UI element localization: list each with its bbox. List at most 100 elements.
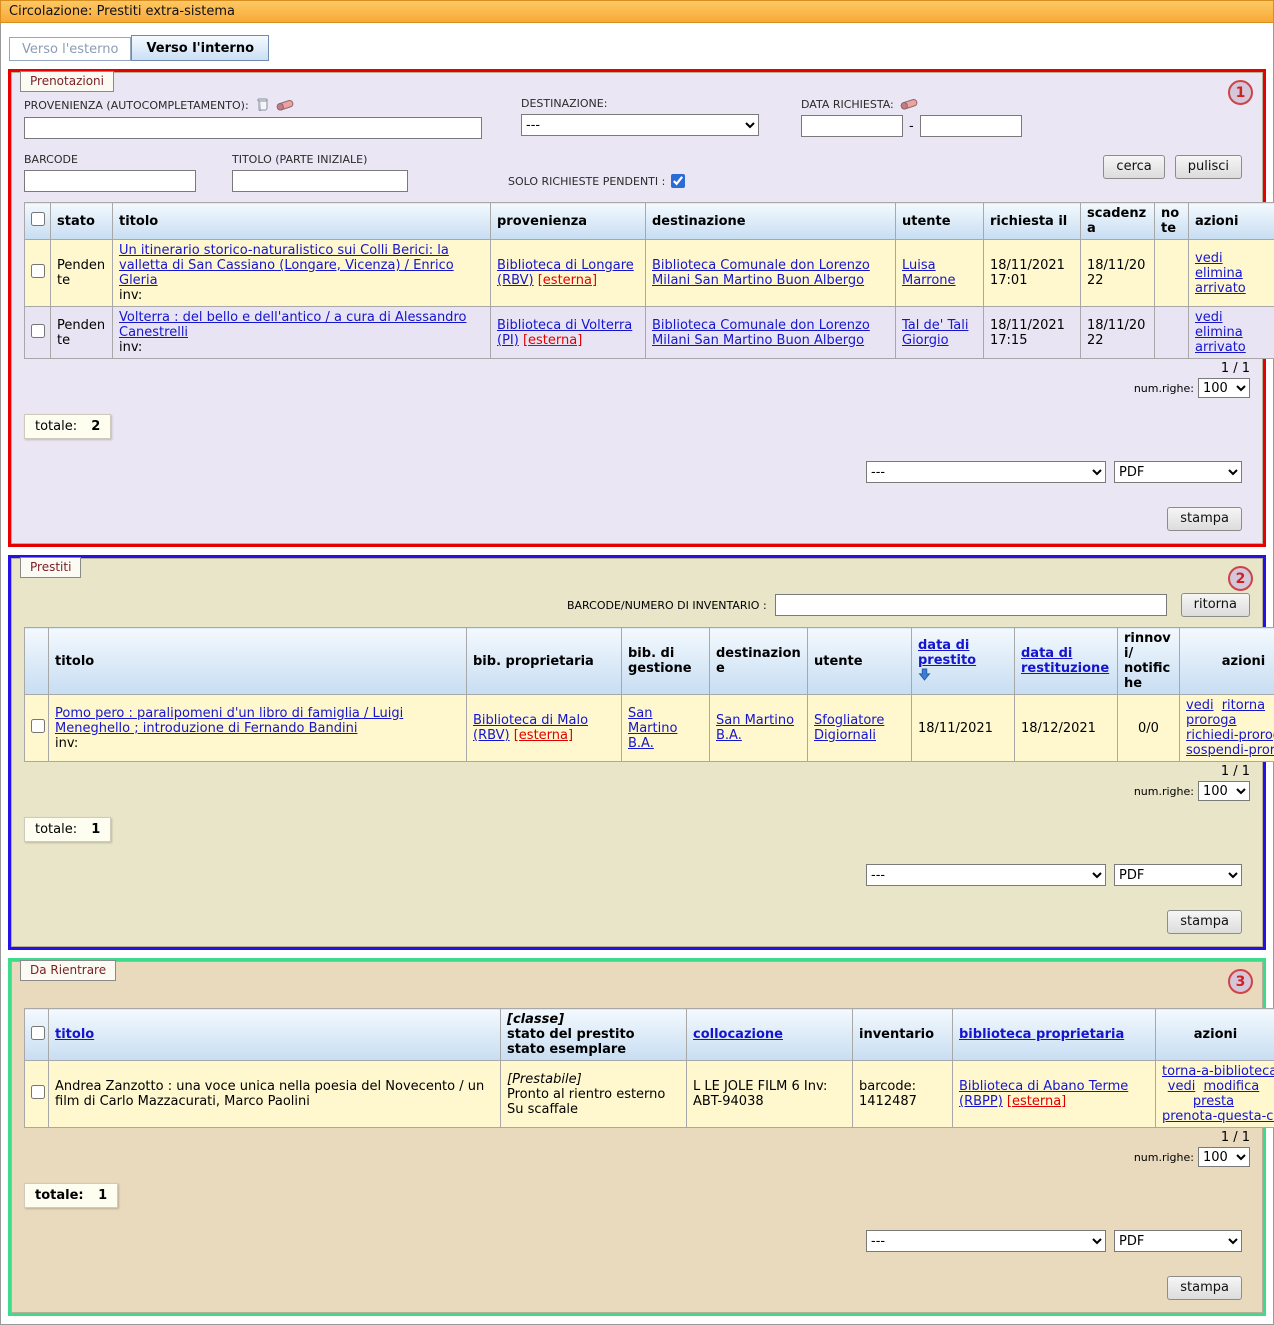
col-bib-gestione: bib. di gestione xyxy=(622,628,710,695)
export-action-select[interactable]: --- xyxy=(866,461,1106,483)
row-checkbox[interactable] xyxy=(31,1085,45,1099)
torna-a-biblioteca-extra-link[interactable]: torna-a-biblioteca-extra xyxy=(1162,1064,1274,1079)
bib-gestione-link[interactable]: San Martino B.A. xyxy=(628,706,677,751)
export-action-select[interactable]: --- xyxy=(866,1230,1106,1252)
data-prestito-sort-link[interactable]: data di prestito xyxy=(918,638,976,668)
sort-desc-icon[interactable] xyxy=(918,668,931,681)
data-richiesta-da-input[interactable] xyxy=(801,115,903,137)
autocomplete-list-icon[interactable] xyxy=(255,97,270,113)
data-richiesta-a-input[interactable] xyxy=(920,115,1022,137)
scadenza-cell: 18/11/2022 xyxy=(1081,307,1155,359)
prestiti-legend: Prestiti xyxy=(20,557,81,578)
inv-label: inv: xyxy=(119,340,142,355)
arrivato-link[interactable]: arrivato xyxy=(1195,281,1246,296)
pagination: 1 / 1 xyxy=(24,361,1250,376)
pulisci-button[interactable]: pulisci xyxy=(1175,155,1242,179)
col-rinnovi: rinnovi/ notifiche xyxy=(1118,628,1180,695)
presta-link[interactable]: presta xyxy=(1193,1094,1234,1109)
titolo-link[interactable]: Un itinerario storico-naturalistico sui … xyxy=(119,243,454,288)
col-biblioteca: biblioteca proprietaria xyxy=(953,1009,1156,1061)
rinnovi-cell: 0/0 xyxy=(1118,695,1180,762)
num-righe-select[interactable]: 100 xyxy=(1198,378,1250,398)
esterna-tag[interactable]: [esterna] xyxy=(1007,1094,1066,1109)
titolo-sort-link[interactable]: titolo xyxy=(55,1027,94,1042)
destinazione-link[interactable]: San Martino B.A. xyxy=(716,713,794,743)
solo-richieste-label: SOLO RICHIESTE PENDENTI : xyxy=(508,175,665,188)
row-checkbox[interactable] xyxy=(31,324,45,338)
barcode-input[interactable] xyxy=(24,170,196,192)
esterna-tag[interactable]: [esterna] xyxy=(538,273,597,288)
ritorna-link[interactable]: ritorna xyxy=(1222,698,1265,713)
num-righe-label: num.righe: xyxy=(1134,1151,1194,1164)
num-righe-select[interactable]: 100 xyxy=(1198,1147,1250,1167)
collocazione-cell: L LE JOLE FILM 6 Inv: ABT-94038 xyxy=(687,1061,853,1128)
titolo-parte-input[interactable] xyxy=(232,170,408,192)
stato-cell: Pendente xyxy=(51,240,113,307)
ritorna-button[interactable]: ritorna xyxy=(1181,593,1250,617)
row-checkbox[interactable] xyxy=(31,719,45,733)
tab-verso-esterno[interactable]: Verso l'esterno xyxy=(9,37,131,61)
export-format-select[interactable]: PDF xyxy=(1114,1230,1242,1252)
sospendi-proroga-link[interactable]: sospendi-proroga xyxy=(1186,743,1274,758)
col-provenienza: provenienza xyxy=(491,203,646,240)
table-row: Andrea Zanzotto : una voce unica nella p… xyxy=(25,1061,1274,1128)
prenota-questa-copia-link[interactable]: prenota-questa-copia xyxy=(1162,1109,1274,1124)
esterna-tag[interactable]: [esterna] xyxy=(523,333,582,348)
provenienza-label: PROVENIENZA (AUTOCOMPLETAMENTO): xyxy=(24,97,482,113)
solo-richieste-checkbox[interactable] xyxy=(671,174,685,188)
stampa-button[interactable]: stampa xyxy=(1167,910,1242,934)
elimina-link[interactable]: elimina xyxy=(1195,266,1243,281)
titolo-link[interactable]: Volterra : del bello e dell'antico / a c… xyxy=(119,310,466,340)
vedi-link[interactable]: vedi xyxy=(1186,698,1214,713)
table-row: Pendente Volterra : del bello e dell'ant… xyxy=(25,307,1274,359)
biblioteca-sort-link[interactable]: biblioteca proprietaria xyxy=(959,1027,1124,1042)
export-format-select[interactable]: PDF xyxy=(1114,864,1242,886)
cerca-button[interactable]: cerca xyxy=(1103,155,1164,179)
vedi-link[interactable]: vedi xyxy=(1195,251,1223,266)
modifica-link[interactable]: modifica xyxy=(1203,1079,1259,1094)
richiedi-proroga-link[interactable]: richiedi-proroga xyxy=(1186,728,1274,743)
select-all-checkbox[interactable] xyxy=(31,1026,45,1040)
provenienza-input[interactable] xyxy=(24,117,482,139)
vedi-link[interactable]: vedi xyxy=(1168,1079,1196,1094)
utente-link[interactable]: Luisa Marrone xyxy=(902,258,956,288)
proroga-link[interactable]: proroga xyxy=(1186,713,1237,728)
collocazione-sort-link[interactable]: collocazione xyxy=(693,1027,783,1042)
utente-link[interactable]: Sfogliatore Digiornali xyxy=(814,713,884,743)
barcode-inventario-input[interactable] xyxy=(775,594,1167,616)
col-destinazione: destinazione xyxy=(646,203,896,240)
destinazione-link[interactable]: Biblioteca Comunale don Lorenzo Milani S… xyxy=(652,318,870,348)
utente-link[interactable]: Tal de' Tali Giorgio xyxy=(902,318,968,348)
section-badge-3: 3 xyxy=(1228,969,1253,994)
destinazione-select[interactable]: --- xyxy=(521,114,759,136)
vedi-link[interactable]: vedi xyxy=(1195,310,1223,325)
arrivato-link[interactable]: arrivato xyxy=(1195,340,1246,355)
data-restituzione-sort-link[interactable]: data di restituzione xyxy=(1021,646,1109,676)
prenotazioni-legend: Prenotazioni xyxy=(20,71,114,92)
row-checkbox[interactable] xyxy=(31,264,45,278)
elimina-link[interactable]: elimina xyxy=(1195,325,1243,340)
stampa-button[interactable]: stampa xyxy=(1167,507,1242,531)
col-stato: stato xyxy=(51,203,113,240)
titolo-cell: Volterra : del bello e dell'antico / a c… xyxy=(113,307,491,359)
titolo-parte-label: TITOLO (PARTE INIZIALE) xyxy=(232,153,408,166)
stampa-button[interactable]: stampa xyxy=(1167,1276,1242,1300)
tab-verso-interno[interactable]: Verso l'interno xyxy=(131,35,269,61)
data-restituzione-cell: 18/12/2021 xyxy=(1015,695,1118,762)
num-righe-select[interactable]: 100 xyxy=(1198,781,1250,801)
col-azioni: azioni xyxy=(1156,1009,1274,1061)
export-format-select[interactable]: PDF xyxy=(1114,461,1242,483)
select-all-header xyxy=(25,1009,49,1061)
titolo-link[interactable]: Pomo pero : paralipomeni d'un libro di f… xyxy=(55,706,403,736)
esterna-tag[interactable]: [esterna] xyxy=(514,728,573,743)
table-row: Pendente Un itinerario storico-naturalis… xyxy=(25,240,1274,307)
col-titolo: titolo xyxy=(113,203,491,240)
provenienza-eraser-icon[interactable] xyxy=(276,98,294,112)
export-action-select[interactable]: --- xyxy=(866,864,1106,886)
destinazione-link[interactable]: Biblioteca Comunale don Lorenzo Milani S… xyxy=(652,258,870,288)
stato-cell: [Prestabile] Pronto al rientro esterno S… xyxy=(501,1061,687,1128)
select-all-checkbox[interactable] xyxy=(31,212,45,226)
pagination: 1 / 1 xyxy=(24,764,1250,779)
note-cell xyxy=(1155,307,1189,359)
data-richiesta-eraser-icon[interactable] xyxy=(900,97,918,111)
